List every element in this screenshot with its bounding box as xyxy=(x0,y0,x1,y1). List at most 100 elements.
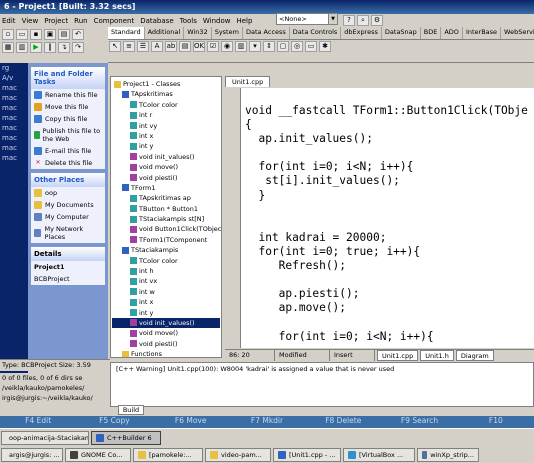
pointer-icon[interactable]: ↖ xyxy=(109,41,121,52)
code-text[interactable]: void __fastcall TForm1::Button1Click(TOb… xyxy=(241,88,534,344)
actionlist-icon[interactable]: ✱ xyxy=(319,41,331,52)
gear-icon[interactable]: ⚙ xyxy=(371,15,383,26)
code-line[interactable]: ap.init_values(); xyxy=(245,132,534,146)
menu-item-run[interactable]: Run xyxy=(74,17,87,25)
tree-node[interactable]: void init_values() xyxy=(112,152,220,162)
taskbar-button[interactable]: argis@jurgis: ... xyxy=(1,447,63,462)
code-editor[interactable]: void __fastcall TForm1::Button1Click(TOb… xyxy=(241,88,534,348)
taskbar-button[interactable]: [Unit1.cpp - ... xyxy=(273,447,341,462)
place-link[interactable]: My Computer xyxy=(31,211,105,223)
code-line[interactable]: ap.move(); xyxy=(245,301,534,315)
new-icon[interactable]: ▫ xyxy=(2,29,14,40)
task-link[interactable]: Rename this file xyxy=(31,89,105,101)
taskbar-button[interactable]: video-pam... xyxy=(205,447,271,462)
tree-node[interactable]: void init_values() xyxy=(112,317,220,329)
combobox-icon[interactable]: ▾ xyxy=(249,41,261,52)
tab-additional[interactable]: Additional xyxy=(145,27,185,39)
help-icon[interactable]: ? xyxy=(343,15,355,26)
place-link[interactable]: My Documents xyxy=(31,199,105,211)
groupbox-icon[interactable]: ▢ xyxy=(277,41,289,52)
fkey-10[interactable]: F10 xyxy=(458,416,534,428)
menu-item-tools[interactable]: Tools xyxy=(180,17,197,25)
details-header[interactable]: Details xyxy=(31,247,105,261)
tab-unit1-h[interactable]: Unit1.h xyxy=(420,350,454,361)
tree-node[interactable]: int vx xyxy=(112,276,220,286)
tab-unit1-cpp[interactable]: Unit1.cpp xyxy=(225,76,271,87)
pause-icon[interactable]: ‖ xyxy=(44,42,56,53)
tree-node[interactable]: TStaciakampis st[N] xyxy=(112,214,220,224)
code-line[interactable]: void __fastcall TForm1::Button1Click(TOb… xyxy=(245,104,534,118)
tab-dbexpress[interactable]: dbExpress xyxy=(341,27,382,39)
code-line[interactable] xyxy=(245,217,534,231)
tree-node[interactable]: void piesti() xyxy=(112,339,220,349)
units-icon[interactable]: ▦ xyxy=(2,42,14,53)
code-line[interactable] xyxy=(245,146,534,160)
tree-node[interactable]: Project1 - Classes xyxy=(112,79,220,89)
mainmenu-icon[interactable]: ≡ xyxy=(123,41,135,52)
search-icon[interactable]: ⌕ xyxy=(357,15,369,26)
menu-item-component[interactable]: Component xyxy=(94,17,135,25)
tab-unit1-cpp-bottom[interactable]: Unit1.cpp xyxy=(377,350,419,361)
tree-node[interactable]: int x xyxy=(112,297,220,307)
fkey-7[interactable]: F7 Mkdir xyxy=(229,416,305,428)
tab-webservices[interactable]: WebServices xyxy=(501,27,534,39)
fkey-8[interactable]: F8 Delete xyxy=(305,416,381,428)
code-line[interactable] xyxy=(245,203,534,217)
code-line[interactable]: for(int i=0; i<N; i++){ xyxy=(245,160,534,174)
component-combo[interactable]: <None> ▼ xyxy=(276,13,338,25)
taskbar-button[interactable]: [VirtualBox ... xyxy=(343,447,415,462)
taskbar-button[interactable]: C++Builder 6 xyxy=(91,430,161,445)
memo-icon[interactable]: ▤ xyxy=(179,41,191,52)
tree-node[interactable]: TColor color xyxy=(112,100,220,110)
code-line[interactable]: Refresh(); xyxy=(245,259,534,273)
menu-item-help[interactable]: Help xyxy=(236,17,252,25)
tree-node[interactable]: int y xyxy=(112,308,220,318)
code-line[interactable]: ap.piesti(); xyxy=(245,287,534,301)
popupmenu-icon[interactable]: ☰ xyxy=(137,41,149,52)
tree-node[interactable]: TButton * Button1 xyxy=(112,204,220,214)
other-places-header[interactable]: Other Places xyxy=(31,173,105,187)
taskbar-button[interactable]: GNOME Co... xyxy=(65,447,131,462)
tab-data-controls[interactable]: Data Controls xyxy=(290,27,342,39)
fkey-9[interactable]: F9 Search xyxy=(381,416,457,428)
tree-node[interactable]: int w xyxy=(112,287,220,297)
menu-item-database[interactable]: Database xyxy=(140,17,173,25)
code-line[interactable] xyxy=(245,273,534,287)
tree-node[interactable]: int vy xyxy=(112,121,220,131)
tree-node[interactable]: int r xyxy=(112,110,220,120)
taskbar-button[interactable]: oop-animacija-Staciakam xyxy=(1,430,89,445)
tab-system[interactable]: System xyxy=(212,27,243,39)
place-link[interactable]: My Network Places xyxy=(31,223,105,243)
fkey-6[interactable]: F6 Move xyxy=(153,416,229,428)
tree-node[interactable]: void move() xyxy=(112,328,220,338)
menu-item-view[interactable]: View xyxy=(22,17,39,25)
code-line[interactable]: } xyxy=(245,189,534,203)
fkey-4[interactable]: F4 Edit xyxy=(0,416,76,428)
checkbox-icon[interactable]: ☑ xyxy=(207,41,219,52)
tab-build[interactable]: Build xyxy=(118,405,144,415)
tab-standard[interactable]: Standard xyxy=(108,27,145,39)
edit-icon[interactable]: ab xyxy=(165,41,177,52)
tree-node[interactable]: TStaciakampis xyxy=(112,245,220,255)
tree-node[interactable]: Functions xyxy=(112,349,220,357)
step-over-icon[interactable]: ↷ xyxy=(72,42,84,53)
tree-node[interactable]: TForm1 xyxy=(112,183,220,193)
tree-node[interactable]: TColor color xyxy=(112,256,220,266)
button-icon[interactable]: OK xyxy=(193,41,205,52)
place-link[interactable]: oop xyxy=(31,187,105,199)
tree-node[interactable]: void move() xyxy=(112,162,220,172)
tree-node[interactable]: int h xyxy=(112,266,220,276)
tree-node[interactable]: TApskritimas xyxy=(112,89,220,99)
task-link[interactable]: E-mail this file xyxy=(31,145,105,157)
save-all-icon[interactable]: ▣ xyxy=(44,29,56,40)
code-line[interactable] xyxy=(245,315,534,329)
run-icon[interactable]: ▶ xyxy=(30,42,42,53)
radio-icon[interactable]: ◉ xyxy=(221,41,233,52)
tree-node[interactable]: int x xyxy=(112,131,220,141)
tree-node[interactable]: void Button1Click(TObject xyxy=(112,224,221,234)
task-link[interactable]: Publish this file to the Web xyxy=(31,125,105,145)
taskbar-button[interactable]: winXp_strip... xyxy=(417,447,479,462)
tree-node[interactable]: void piesti() xyxy=(112,173,220,183)
code-line[interactable]: st[i].init_values(); xyxy=(245,174,534,188)
scrollbar-icon[interactable]: ⇕ xyxy=(263,41,275,52)
